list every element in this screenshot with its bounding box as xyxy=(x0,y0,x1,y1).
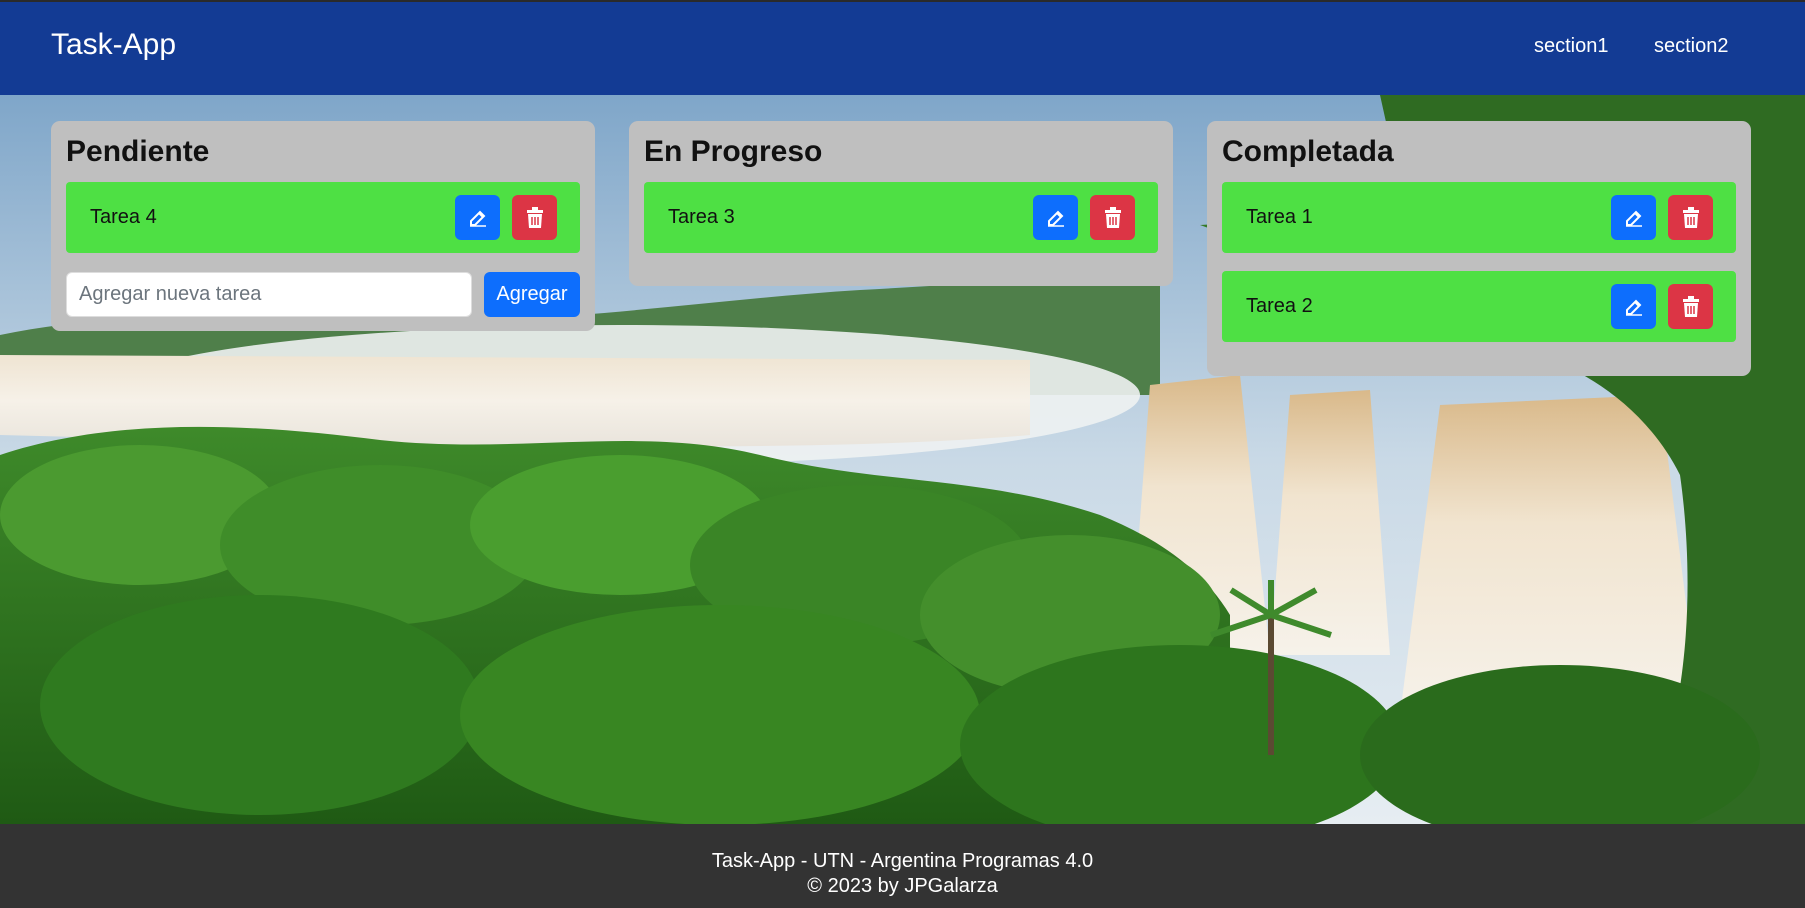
task-card: Tarea 2 xyxy=(1222,271,1736,342)
edit-task-button[interactable] xyxy=(455,195,500,240)
nav-link-section1[interactable]: section1 xyxy=(1534,35,1609,58)
column-pendiente: Pendiente Tarea 4 Agregar xyxy=(51,121,595,331)
footer: Task-App - UTN - Argentina Programas 4.0… xyxy=(0,824,1805,908)
task-card: Tarea 3 xyxy=(644,182,1158,253)
edit-icon xyxy=(468,208,488,228)
edit-icon xyxy=(1624,297,1644,317)
trash-icon xyxy=(1682,295,1700,318)
task-name: Tarea 3 xyxy=(668,206,735,228)
nav-link-section2[interactable]: section2 xyxy=(1654,35,1729,58)
navbar: Task-App section1 section2 xyxy=(0,2,1805,95)
brand-title[interactable]: Task-App xyxy=(51,28,176,62)
edit-task-button[interactable] xyxy=(1611,284,1656,329)
trash-icon xyxy=(526,206,544,229)
task-name: Tarea 2 xyxy=(1246,295,1313,317)
column-title: Pendiente xyxy=(66,135,210,168)
column-title: En Progreso xyxy=(644,135,823,168)
delete-task-button[interactable] xyxy=(512,195,557,240)
task-name: Tarea 4 xyxy=(90,206,157,228)
edit-icon xyxy=(1046,208,1066,228)
edit-icon xyxy=(1624,208,1644,228)
task-card: Tarea 4 xyxy=(66,182,580,253)
add-task-button[interactable]: Agregar xyxy=(484,272,580,317)
column-completada: Completada Tarea 1 Tarea 2 xyxy=(1207,121,1751,376)
column-title: Completada xyxy=(1222,135,1394,168)
trash-icon xyxy=(1104,206,1122,229)
task-name: Tarea 1 xyxy=(1246,206,1313,228)
footer-line1: Task-App - UTN - Argentina Programas 4.0 xyxy=(711,850,1094,872)
delete-task-button[interactable] xyxy=(1668,284,1713,329)
column-en-progreso: En Progreso Tarea 3 xyxy=(629,121,1173,286)
task-card: Tarea 1 xyxy=(1222,182,1736,253)
delete-task-button[interactable] xyxy=(1668,195,1713,240)
delete-task-button[interactable] xyxy=(1090,195,1135,240)
footer-copyright: © 2023 by JPGalarza xyxy=(807,875,998,897)
edit-task-button[interactable] xyxy=(1611,195,1656,240)
trash-icon xyxy=(1682,206,1700,229)
new-task-input[interactable] xyxy=(66,272,472,317)
edit-task-button[interactable] xyxy=(1033,195,1078,240)
